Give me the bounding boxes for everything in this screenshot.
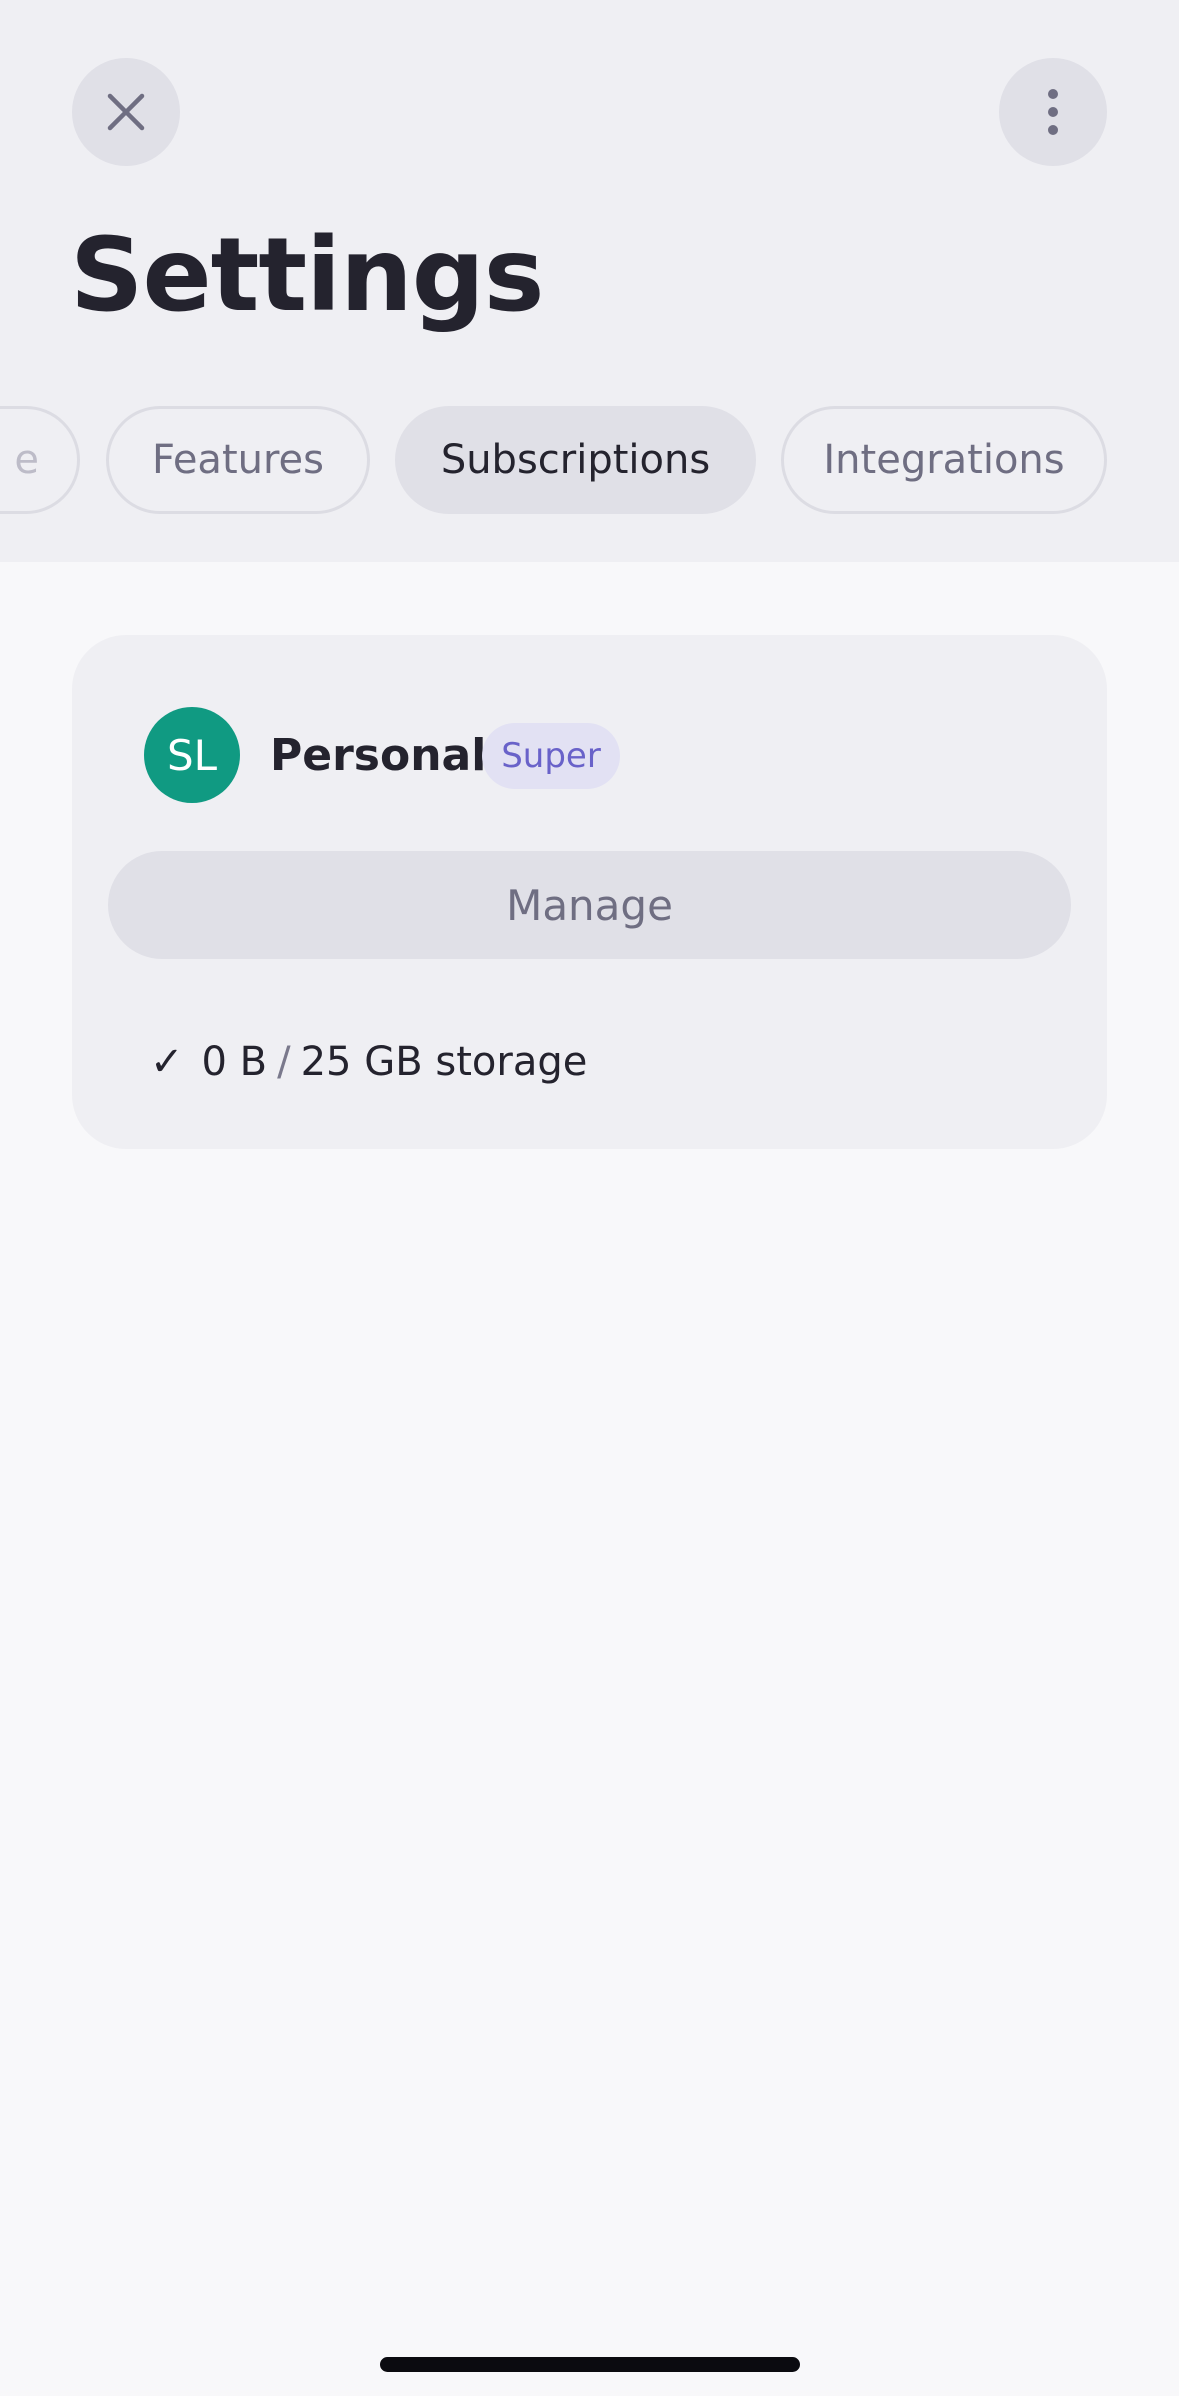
storage-row: ✓ 0 B / 25 GB storage xyxy=(150,1027,587,1097)
close-button[interactable] xyxy=(72,58,180,166)
manage-button[interactable]: Manage xyxy=(108,851,1071,959)
avatar: SL xyxy=(144,707,240,803)
tab-previous[interactable]: e xyxy=(0,406,80,514)
storage-used: 0 B xyxy=(201,1039,268,1085)
close-icon xyxy=(107,93,145,131)
check-icon: ✓ xyxy=(150,1039,184,1085)
more-options-button[interactable] xyxy=(999,58,1107,166)
tab-bar: e Features Subscriptions Integrations xyxy=(0,406,1179,516)
tab-subscriptions[interactable]: Subscriptions xyxy=(395,406,756,514)
storage-separator: / xyxy=(277,1039,291,1085)
storage-total: 25 GB storage xyxy=(300,1039,588,1085)
tab-integrations[interactable]: Integrations xyxy=(781,406,1107,514)
subscription-card: SL Personal Super Manage ✓ 0 B / 25 GB s… xyxy=(72,635,1107,1149)
more-vertical-icon xyxy=(1048,89,1058,135)
header: Settings e Features Subscriptions Integr… xyxy=(0,0,1179,562)
tab-features[interactable]: Features xyxy=(106,406,370,514)
plan-badge: Super xyxy=(482,723,620,789)
home-indicator xyxy=(380,2357,800,2372)
page-title: Settings xyxy=(70,216,544,335)
plan-name: Personal xyxy=(270,730,487,781)
